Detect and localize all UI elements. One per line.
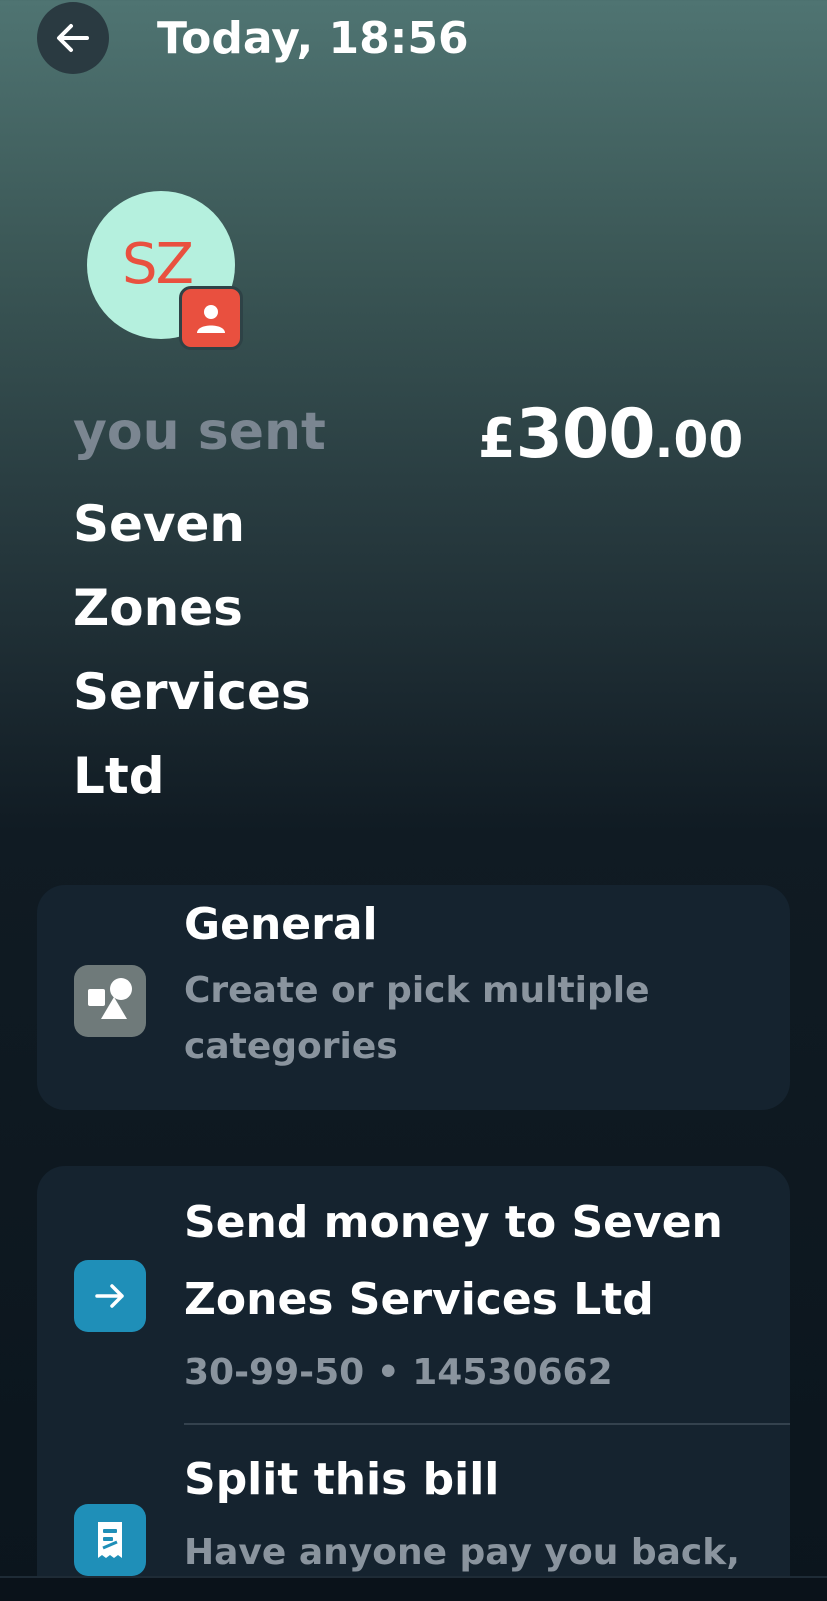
category-card[interactable]: General Create or pick multiple categori…: [37, 885, 790, 1110]
category-icon-tile: [74, 965, 146, 1037]
send-money-title: Send money to Seven Zones Services Ltd: [184, 1197, 723, 1325]
shapes-icon: [88, 978, 132, 1019]
divider: [184, 1423, 790, 1425]
top-bar: Today, 18:56: [0, 0, 827, 80]
amount-whole: 300: [515, 395, 656, 474]
split-bill-title: Split this bill: [184, 1454, 500, 1505]
category-title: General: [184, 899, 378, 950]
back-button[interactable]: [37, 2, 109, 74]
send-icon-tile: [74, 1260, 146, 1332]
transaction-amount: £300.00: [478, 395, 743, 474]
split-bill-subtitle: Have anyone pay you back,: [184, 1532, 740, 1573]
amount-currency: £: [478, 407, 516, 470]
bottom-edge: [0, 1576, 827, 1601]
recipient-name: Seven Zones Services Ltd: [73, 495, 311, 805]
split-icon-tile: [74, 1504, 146, 1576]
person-icon: [197, 305, 225, 333]
amount-fraction: .00: [654, 411, 744, 469]
category-subtitle: Create or pick multiple categories: [184, 970, 650, 1067]
recipient-avatar: SZ: [87, 191, 247, 351]
person-badge: [179, 286, 243, 350]
page-title: Today, 18:56: [157, 13, 469, 64]
direction-label: you sent: [73, 402, 326, 462]
arrow-left-icon: [57, 24, 89, 52]
actions-card: Send money to Seven Zones Services Ltd 3…: [37, 1166, 790, 1599]
receipt-icon: [98, 1522, 122, 1558]
account-details: 30-99-50 • 14530662: [184, 1352, 613, 1393]
arrow-right-icon: [95, 1284, 124, 1308]
